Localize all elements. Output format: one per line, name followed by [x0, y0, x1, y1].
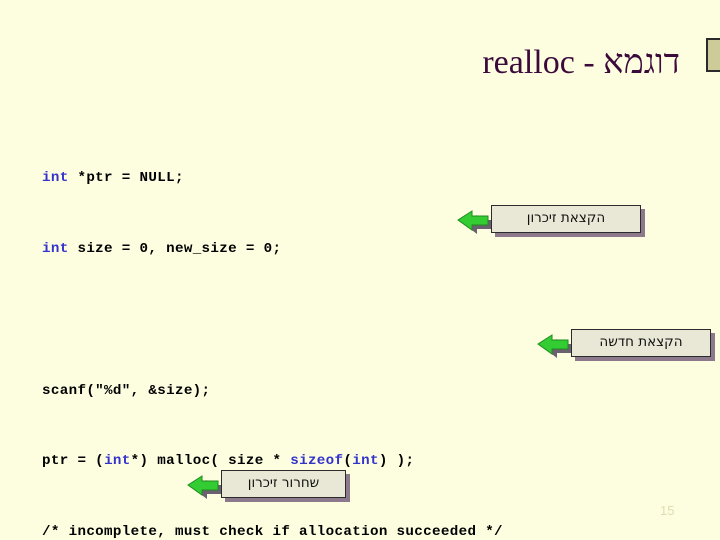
- callout-label: הקצאת חדשה: [599, 334, 683, 351]
- callout-box: הקצאת זיכרון: [491, 205, 641, 233]
- slide-canvas: דוגמא - realloc int *ptr = NULL; int siz…: [0, 0, 720, 540]
- callout-box: שחרור זיכרון: [221, 470, 346, 498]
- code-line-comment: /* incomplete, must check if allocation …: [42, 524, 503, 540]
- corner-tab-decoration: [706, 38, 720, 72]
- callout-label: שחרור זיכרון: [247, 475, 320, 492]
- page-title: דוגמא - realloc: [482, 44, 680, 81]
- arrow-left-icon: [185, 472, 225, 500]
- code-line: int *ptr = NULL;: [42, 170, 184, 187]
- arrow-left-icon: [535, 331, 575, 359]
- callout-box: הקצאת חדשה: [571, 329, 711, 357]
- code-line: int size = 0, new_size = 0;: [42, 240, 282, 257]
- code-line: ptr = (int*) malloc( size * sizeof(int) …: [42, 453, 415, 470]
- page-number: 15: [660, 503, 675, 518]
- code-line: scanf("%d", &size);: [42, 382, 211, 399]
- callout-label: הקצאת זיכרון: [526, 210, 606, 227]
- arrow-left-icon: [455, 207, 495, 235]
